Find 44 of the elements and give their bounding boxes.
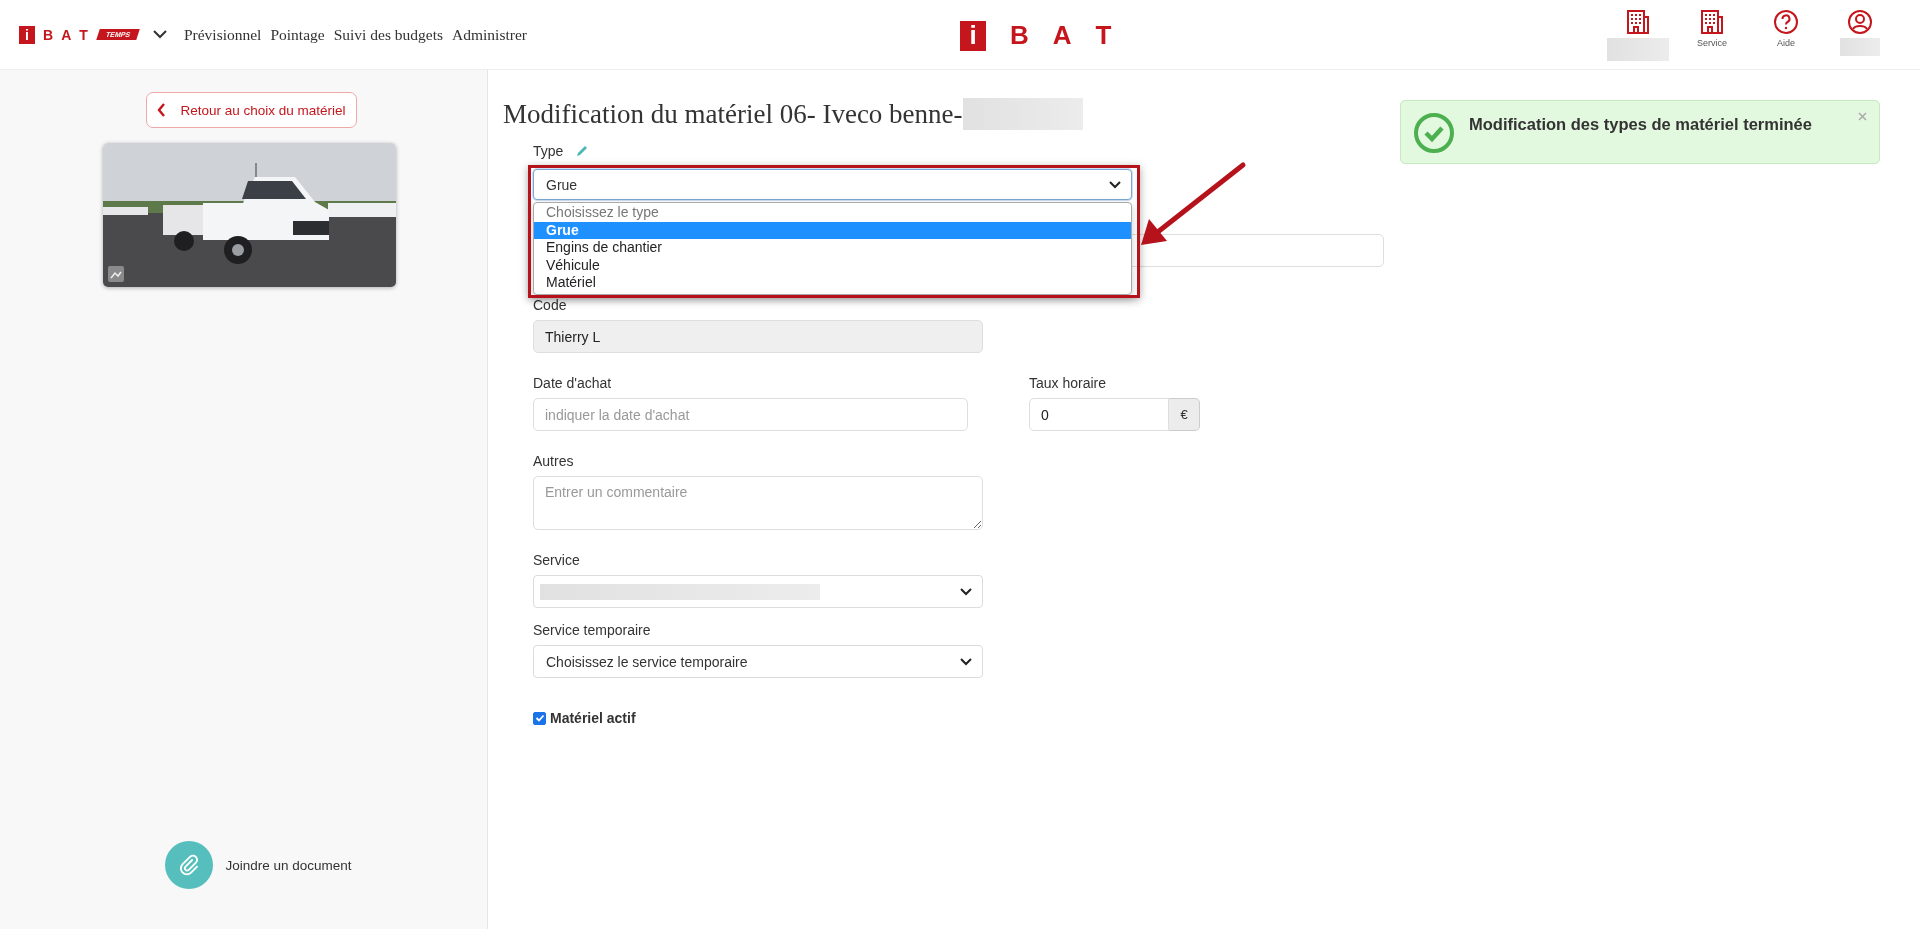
action-label: Aide: [1777, 37, 1795, 48]
dropdown-option[interactable]: Véhicule: [534, 256, 1131, 274]
field-label: Autres: [533, 453, 575, 469]
help-icon[interactable]: [1773, 8, 1799, 35]
chevron-down-icon: [960, 587, 972, 596]
brand-logo: i B A T: [960, 20, 1112, 51]
rate-field[interactable]: 0: [1029, 398, 1169, 431]
comment-field[interactable]: Entrer un commentaire: [533, 476, 983, 530]
paperclip-icon: [178, 854, 201, 876]
building-icon[interactable]: [1699, 8, 1725, 35]
check-circle-icon: [1413, 112, 1455, 154]
nav-link[interactable]: Administrer: [452, 25, 527, 44]
building-icon[interactable]: [1625, 8, 1651, 35]
date-field[interactable]: indiquer la date d'achat: [533, 398, 968, 431]
field-label: Taux horaire: [1029, 375, 1108, 391]
chevron-down-icon: [960, 657, 972, 666]
chevron-left-icon: [157, 103, 167, 117]
field-label: Service temporaire: [533, 622, 652, 638]
field-label: Code: [533, 297, 568, 313]
temp-service-select[interactable]: Choisissez le service temporaire: [533, 645, 983, 678]
attach-label[interactable]: Joindre un document: [225, 857, 352, 873]
checkbox-label[interactable]: Matériel actif: [550, 710, 636, 726]
chevron-down-icon[interactable]: [152, 30, 167, 39]
redacted-label: [1607, 37, 1669, 61]
dropdown-option[interactable]: Matériel: [534, 274, 1131, 292]
field-label: Service: [533, 552, 581, 568]
field-label: Date d'achat: [533, 375, 613, 391]
user-icon[interactable]: [1847, 8, 1873, 35]
checkbox[interactable]: [533, 711, 546, 725]
currency-addon: €: [1169, 398, 1200, 431]
back-button[interactable]: Retour au choix du matériel: [146, 92, 357, 128]
paperclip-button[interactable]: [165, 841, 214, 889]
dropdown-option[interactable]: Engins de chantier: [534, 239, 1131, 257]
action-label: Service: [1697, 37, 1727, 48]
type-select[interactable]: Grue: [533, 169, 1132, 200]
field-label: Type: [533, 143, 564, 159]
nav-link[interactable]: Suivi des budgets: [333, 25, 444, 44]
image-icon: [108, 266, 124, 282]
chevron-down-icon: [1109, 180, 1121, 189]
nav-link[interactable]: Pointage: [270, 25, 325, 44]
nav-link[interactable]: Prévisionnel: [183, 25, 262, 44]
redacted-label: [1840, 37, 1880, 56]
page-title: Modification du matériel 06- Iveco benne-: [503, 98, 963, 130]
toast-message: Modification des types de matériel terminée: [1469, 115, 1812, 134]
